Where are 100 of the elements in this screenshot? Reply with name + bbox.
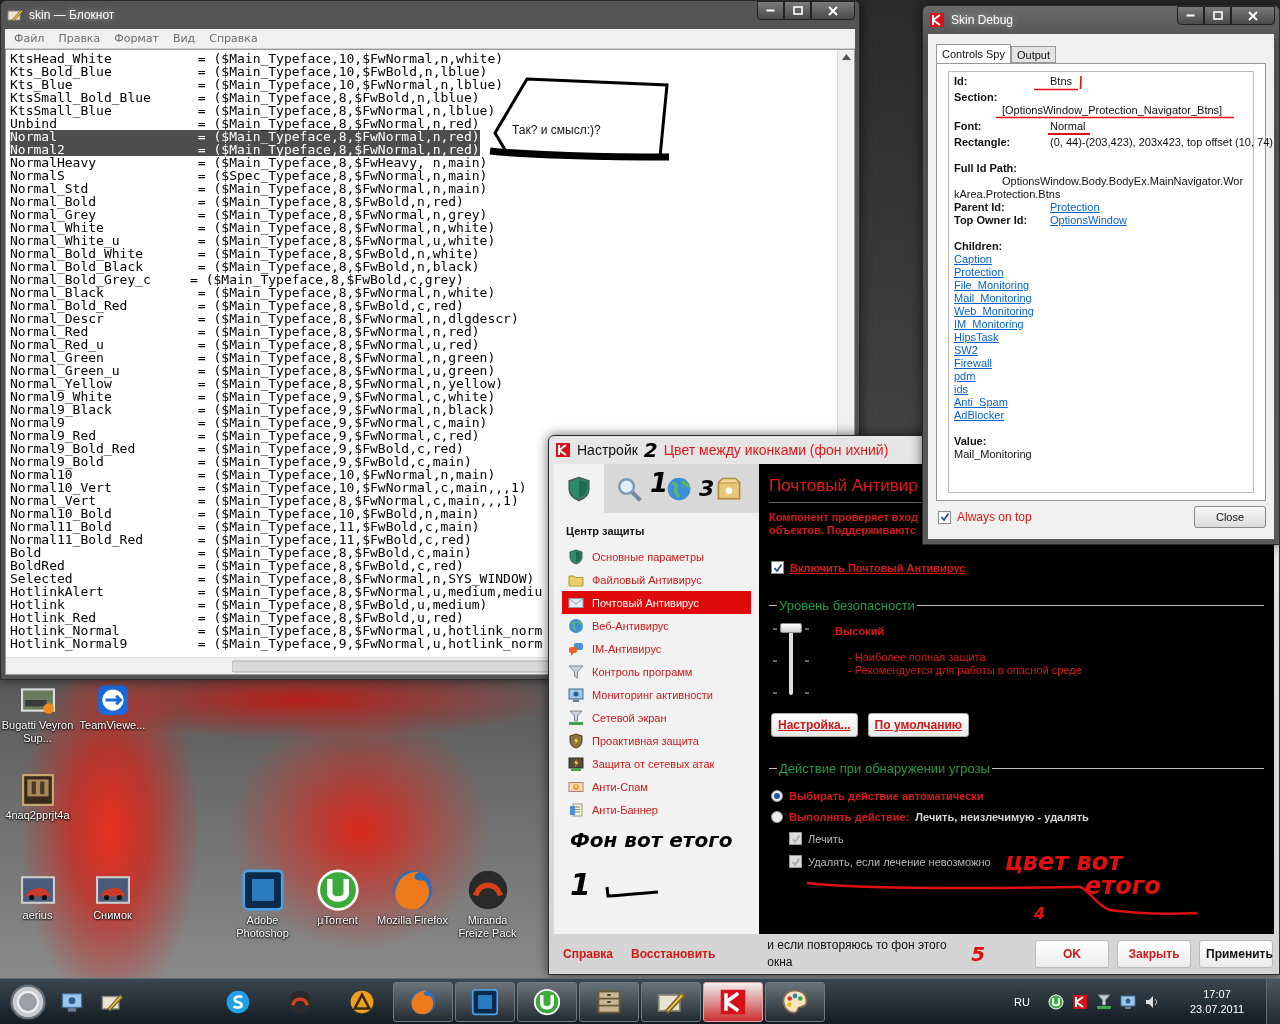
window-title: Skin Debug xyxy=(951,13,1014,27)
nav-item[interactable]: Файловый Антивирус xyxy=(562,568,751,591)
taskbar-window-button[interactable] xyxy=(703,981,763,1022)
dialog-button[interactable]: OK xyxy=(1035,940,1109,968)
taskbar-window-button[interactable] xyxy=(641,981,701,1022)
child-link[interactable]: File_Monitoring xyxy=(954,279,1030,292)
code-line: BoldRed = ($Main_Typeface,8,$FwBold,c,red) xyxy=(10,559,464,572)
settings-button[interactable]: По умолчанию xyxy=(867,713,969,737)
nav-item[interactable]: Контроль программ xyxy=(562,660,751,683)
close-button[interactable] xyxy=(811,1,855,20)
child-link[interactable]: IM_Monitoring xyxy=(954,318,1024,331)
close-dialog-button[interactable]: Close xyxy=(1194,506,1266,528)
photo-thumbnail-icon[interactable] xyxy=(20,773,55,807)
desktop-icon-label[interactable]: Снимок xyxy=(76,909,149,922)
id-link[interactable]: OptionsWindow xyxy=(1050,214,1128,226)
tab[interactable]: Controls Spy xyxy=(936,44,1011,63)
nav-item[interactable]: Анти-Баннер xyxy=(562,798,751,821)
child-link[interactable]: HipsTask xyxy=(954,331,999,344)
desktop-icon-label[interactable]: Mozilla Firefox xyxy=(376,914,449,927)
nav-item[interactable]: Защита от сетевых атак xyxy=(562,752,751,775)
window-title: Настройк xyxy=(577,442,638,458)
photo-thumbnail-icon[interactable] xyxy=(95,873,130,907)
logo-icon xyxy=(929,12,945,28)
handwritten-note: 1 xyxy=(570,870,591,900)
nav-item[interactable]: Проактивная защита xyxy=(562,729,751,752)
square-app-icon[interactable] xyxy=(240,868,285,912)
language-indicator[interactable]: RU xyxy=(1014,995,1030,1008)
code-line: Normal_Descr = ($Main_Typeface,8,$FwNormal,n,dlgdescr) xyxy=(10,312,519,325)
minimize-button[interactable] xyxy=(1177,6,1204,25)
menu-item[interactable]: Вид xyxy=(165,30,203,47)
checkbox[interactable] xyxy=(771,561,784,574)
start-button[interactable] xyxy=(8,981,48,1022)
logo-icon[interactable] xyxy=(1072,993,1088,1010)
handwritten-note: 2 xyxy=(643,440,658,460)
tab[interactable]: Output xyxy=(1011,46,1056,63)
desktop-icon-label[interactable]: µTorrent xyxy=(301,914,374,927)
minimize-icon xyxy=(1186,14,1195,17)
code-line: Normal9_Bold = ($Main_Typeface,9,$FwBold,c,main) xyxy=(10,455,472,468)
code-line: Hotlink_Red = ($Main_Typeface,8,$FwBold,u,red) xyxy=(10,611,464,624)
child-link[interactable]: SW2 xyxy=(954,344,978,357)
dialog-button[interactable]: Закрыть xyxy=(1117,940,1191,968)
child-link[interactable]: AdBlocker xyxy=(954,409,1005,422)
desktop-icon-label[interactable]: TeamViewe... xyxy=(76,719,149,732)
radio-button[interactable] xyxy=(771,811,783,823)
nav-item[interactable]: Мониторинг активности xyxy=(562,683,751,706)
show-desktop-button[interactable] xyxy=(1266,978,1280,1024)
monitor-icon[interactable] xyxy=(1120,993,1136,1010)
code-line: Normal9_Black = ($Main_Typeface,9,$FwNormal,n,black) xyxy=(10,403,496,416)
nav-item[interactable]: Сетевой экран xyxy=(562,706,751,729)
child-link[interactable]: Caption xyxy=(954,253,992,266)
nav-item[interactable]: Анти-Спам xyxy=(562,775,751,798)
checkbox[interactable] xyxy=(938,510,951,524)
desktop-icon-label[interactable]: Adobe Photoshop xyxy=(226,914,299,940)
funnel-icon[interactable] xyxy=(1096,993,1112,1010)
desktop-icon-label[interactable]: Bugatti Veyron Sup... xyxy=(1,719,74,745)
nav-item[interactable]: IM-Антивирус xyxy=(562,637,751,660)
square-app-icon[interactable] xyxy=(95,683,130,717)
child-link[interactable]: Firewall xyxy=(954,357,992,370)
child-link[interactable]: ids xyxy=(954,383,969,396)
desktop-icon-label[interactable]: Miranda Freize Pack xyxy=(451,914,524,940)
footer-link[interactable]: Справка xyxy=(563,947,613,961)
radio-button[interactable] xyxy=(771,790,783,802)
footer-link[interactable]: Восстановить xyxy=(631,947,716,961)
taskbar-window-button[interactable] xyxy=(517,981,577,1022)
desktop-icon-label[interactable]: aerius xyxy=(1,909,74,922)
icon-tab[interactable] xyxy=(554,464,604,513)
settings-button[interactable]: Настройка... xyxy=(771,713,858,737)
slider-thumb[interactable] xyxy=(780,623,802,633)
menu-item[interactable]: Файл xyxy=(7,30,52,47)
property-label: Top Owner Id: xyxy=(954,214,1029,227)
menu-item[interactable]: Правка xyxy=(51,30,108,47)
taskbar-window-button[interactable] xyxy=(579,981,639,1022)
property-label: Parent Id: xyxy=(954,201,1006,214)
nav-item[interactable]: Веб-Антивирус xyxy=(562,614,751,637)
menu-item[interactable]: Справка xyxy=(202,30,265,47)
child-link[interactable]: pdm xyxy=(954,370,976,383)
maximize-button[interactable] xyxy=(1204,6,1231,25)
up-arrow-icon[interactable] xyxy=(841,54,851,60)
nav-item[interactable]: Почтовый Антивирус xyxy=(562,591,751,614)
property-row: Rectangle: (0, 44)-(203,423), 203x423, top offset (10, 74) xyxy=(954,136,1273,149)
child-link[interactable]: Anti_Spam xyxy=(954,396,1008,409)
tick-mark xyxy=(1079,75,1082,90)
minimize-button[interactable] xyxy=(757,1,784,20)
box-icon xyxy=(716,475,742,502)
desktop-icon-label[interactable]: 4naq2pprjt4a xyxy=(1,809,74,822)
child-link[interactable]: Protection xyxy=(954,266,1004,279)
child-link[interactable]: Web_Monitoring xyxy=(954,305,1034,318)
photo-thumbnail-icon[interactable] xyxy=(20,873,55,907)
close-button[interactable] xyxy=(1231,6,1275,25)
handwritten-note: Фон вот етого xyxy=(570,830,733,850)
taskbar-window-button[interactable] xyxy=(765,981,825,1022)
dialog-button[interactable]: Применить xyxy=(1199,940,1273,968)
round-app-icon[interactable] xyxy=(1048,993,1064,1010)
shield-icon xyxy=(568,732,584,749)
clock[interactable]: 17:07 23.07.2011 xyxy=(1182,986,1252,1017)
maximize-button[interactable] xyxy=(784,1,811,20)
id-link[interactable]: Protection xyxy=(1050,201,1100,213)
child-link[interactable]: Mail_Monitoring xyxy=(954,292,1032,305)
nav-item[interactable]: Основные параметры xyxy=(562,545,751,568)
menu-item[interactable]: Формат xyxy=(107,30,166,47)
